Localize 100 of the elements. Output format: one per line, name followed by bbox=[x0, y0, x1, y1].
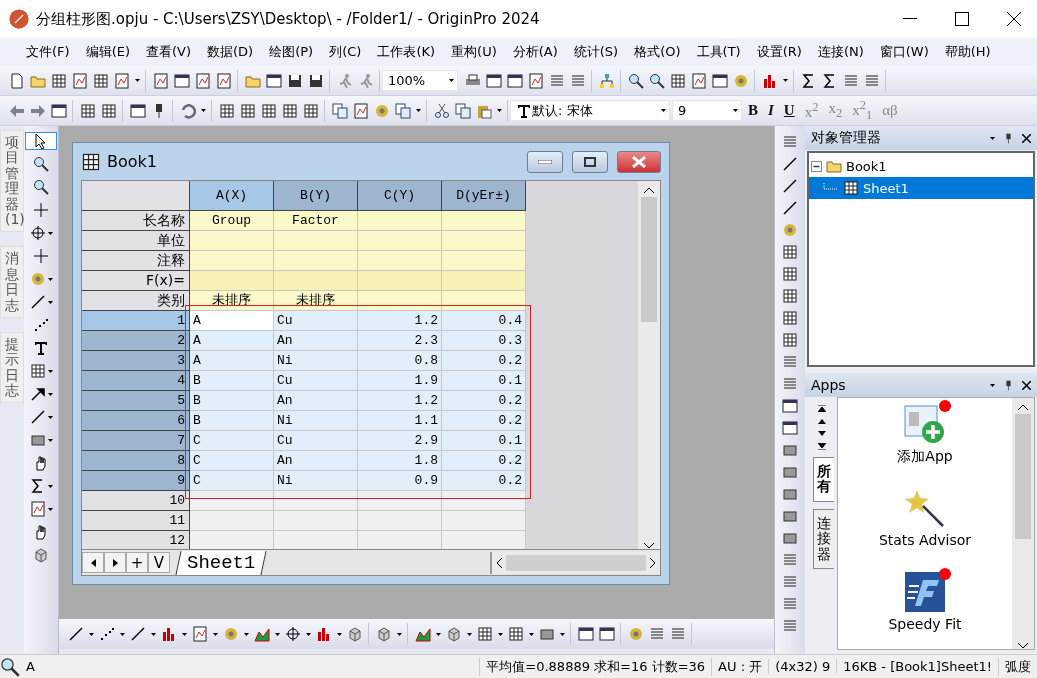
magnifier-icon[interactable] bbox=[0, 656, 20, 677]
rectangle-icon[interactable] bbox=[782, 442, 798, 458]
caret-icon[interactable] bbox=[275, 632, 280, 636]
caret-icon[interactable] bbox=[135, 79, 140, 82]
list-icon[interactable] bbox=[782, 596, 798, 612]
area-chart-icon[interactable] bbox=[415, 626, 431, 642]
scroll-up-icon[interactable] bbox=[818, 419, 826, 424]
app-label[interactable]: 添加App bbox=[897, 446, 953, 466]
caret-icon[interactable] bbox=[467, 632, 472, 636]
undo-icon[interactable] bbox=[180, 102, 196, 119]
bar-chart-icon[interactable] bbox=[161, 626, 177, 642]
list-icon[interactable] bbox=[864, 72, 880, 89]
category-tab[interactable]: 所有 bbox=[812, 457, 834, 502]
app-label[interactable]: Speedy Fit bbox=[888, 614, 962, 634]
runner-icon[interactable] bbox=[358, 72, 374, 89]
font-size-dropdown[interactable]: 9 bbox=[672, 100, 742, 121]
caret-icon[interactable] bbox=[306, 632, 311, 636]
graph-icon[interactable] bbox=[192, 626, 208, 642]
caret-icon[interactable] bbox=[337, 632, 342, 636]
caret-icon[interactable] bbox=[449, 79, 454, 82]
row-number[interactable]: 2 bbox=[82, 331, 190, 351]
caret-icon[interactable] bbox=[560, 632, 565, 636]
graph-icon[interactable] bbox=[114, 72, 130, 89]
copy-icon[interactable] bbox=[395, 102, 411, 119]
caret-icon[interactable] bbox=[89, 632, 94, 636]
collapse-icon[interactable] bbox=[811, 160, 822, 172]
left-triangle-icon[interactable] bbox=[90, 558, 96, 567]
rectangle-icon[interactable] bbox=[539, 626, 555, 642]
line-icon[interactable] bbox=[130, 626, 146, 642]
table-icon[interactable] bbox=[261, 102, 277, 119]
pin-icon[interactable] bbox=[1003, 132, 1014, 144]
crosshair-icon[interactable] bbox=[33, 248, 49, 264]
menu-item[interactable]: 工具(T) bbox=[688, 43, 749, 61]
menu-item[interactable]: 连接(N) bbox=[809, 43, 872, 61]
caret-icon[interactable] bbox=[47, 507, 53, 511]
caret-icon[interactable] bbox=[47, 300, 53, 304]
hand-icon[interactable] bbox=[33, 524, 49, 540]
close-icon[interactable] bbox=[1022, 380, 1031, 390]
line-icon[interactable] bbox=[29, 294, 46, 310]
column-header[interactable]: A(X) bbox=[190, 181, 274, 211]
scroll-top-icon[interactable] bbox=[818, 405, 826, 412]
row-number[interactable]: 3 bbox=[82, 351, 190, 371]
menu-item[interactable]: 绘图(P) bbox=[261, 43, 322, 61]
caret-icon[interactable] bbox=[47, 277, 53, 281]
text-tool-icon[interactable] bbox=[516, 102, 532, 119]
bar-chart-icon[interactable] bbox=[762, 72, 778, 89]
zoom-dropdown[interactable]: 100% bbox=[382, 70, 458, 91]
cube-icon[interactable] bbox=[33, 547, 49, 563]
save-icon[interactable] bbox=[287, 72, 303, 89]
line-icon[interactable] bbox=[782, 200, 798, 216]
graph-icon[interactable] bbox=[691, 72, 707, 89]
column-header[interactable]: D(yEr±) bbox=[442, 181, 526, 211]
caret-icon[interactable] bbox=[436, 632, 441, 636]
menu-item[interactable]: 查看(V) bbox=[138, 43, 200, 61]
side-tab[interactable]: 项目管理器 (1) bbox=[0, 130, 24, 233]
scrollbar-thumb[interactable] bbox=[1015, 414, 1031, 539]
menu-item[interactable]: 统计(S) bbox=[565, 43, 627, 61]
copy-icon[interactable] bbox=[455, 102, 471, 119]
table-icon[interactable] bbox=[282, 102, 298, 119]
minimize-icon[interactable] bbox=[903, 18, 917, 20]
arrow-icon[interactable] bbox=[29, 386, 46, 402]
rectangle-icon[interactable] bbox=[782, 508, 798, 524]
line-icon[interactable] bbox=[782, 178, 798, 194]
scroll-right-icon[interactable] bbox=[650, 557, 656, 568]
caret-icon[interactable] bbox=[990, 383, 995, 387]
table-icon[interactable] bbox=[782, 266, 798, 282]
row-number[interactable]: 6 bbox=[82, 411, 190, 431]
crosshair-icon[interactable] bbox=[33, 202, 49, 218]
magnifier-icon[interactable] bbox=[628, 72, 644, 89]
table-icon[interactable] bbox=[508, 626, 524, 642]
page-icon[interactable] bbox=[9, 72, 25, 89]
caret-icon[interactable] bbox=[47, 415, 53, 419]
scroll-down-icon[interactable] bbox=[644, 543, 654, 549]
caret-icon[interactable] bbox=[47, 438, 53, 442]
sheet-nav-button[interactable]: + bbox=[126, 552, 148, 573]
list-icon[interactable] bbox=[649, 626, 665, 642]
maximize-button[interactable] bbox=[572, 150, 608, 173]
table-icon[interactable] bbox=[51, 72, 67, 89]
table-icon[interactable] bbox=[782, 244, 798, 260]
caret-icon[interactable] bbox=[416, 109, 421, 112]
next-sheet-button[interactable] bbox=[104, 552, 126, 573]
menu-item[interactable]: 编辑(E) bbox=[77, 43, 138, 61]
table-icon[interactable] bbox=[29, 363, 46, 379]
caret-icon[interactable] bbox=[201, 109, 206, 112]
save-icon[interactable] bbox=[308, 72, 324, 89]
graph-icon[interactable] bbox=[216, 72, 232, 89]
table-icon[interactable] bbox=[303, 102, 319, 119]
list-icon[interactable] bbox=[782, 354, 798, 370]
hand-icon[interactable] bbox=[33, 455, 49, 471]
caret-icon[interactable] bbox=[783, 79, 788, 82]
graph-icon[interactable] bbox=[72, 72, 88, 89]
tree-item[interactable]: Book1 bbox=[809, 155, 1033, 177]
menu-item[interactable]: 窗口(W) bbox=[871, 43, 937, 61]
window-icon[interactable] bbox=[51, 102, 67, 119]
menu-item[interactable]: 数据(D) bbox=[199, 43, 262, 61]
scroll-down-icon[interactable] bbox=[818, 431, 826, 436]
graph-icon[interactable] bbox=[153, 72, 169, 89]
cube-icon[interactable] bbox=[446, 626, 462, 642]
menu-item[interactable]: 设置(R) bbox=[748, 43, 810, 61]
target-icon[interactable] bbox=[29, 225, 46, 241]
